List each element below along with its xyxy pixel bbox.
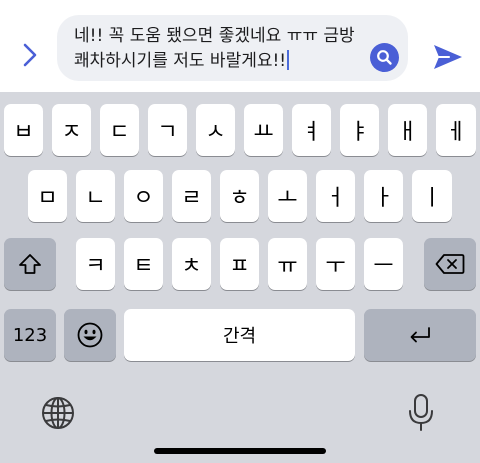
- key-row3-7[interactable]: ㅡ: [364, 238, 403, 290]
- search-button[interactable]: [370, 43, 399, 72]
- key-row2-6[interactable]: ㅗ: [268, 170, 307, 222]
- key-row3-1[interactable]: ㅋ: [76, 238, 115, 290]
- key-row2-9[interactable]: ㅣ: [412, 170, 452, 222]
- globe-button[interactable]: [38, 394, 78, 432]
- message-input[interactable]: 네!! 꼭 도움 됐으면 좋겠네요 ㅠㅠ 금방 쾌차하시기를 저도 바랄게요!!: [57, 15, 408, 81]
- dictation-button[interactable]: [405, 392, 437, 434]
- key-row3-5[interactable]: ㅠ: [268, 238, 307, 290]
- chevron-right-icon: [23, 43, 37, 67]
- key-row1-6[interactable]: ㅛ: [244, 104, 283, 156]
- text-cursor: [287, 50, 290, 70]
- key-row2-2[interactable]: ㄴ: [76, 170, 115, 222]
- key-row2-4[interactable]: ㄹ: [172, 170, 211, 222]
- shift-key[interactable]: [4, 238, 56, 290]
- emoji-key[interactable]: [64, 309, 116, 361]
- key-row1-1[interactable]: ㅂ: [4, 104, 43, 156]
- key-row3-6[interactable]: ㅜ: [316, 238, 355, 290]
- key-row2-5[interactable]: ㅎ: [220, 170, 259, 222]
- key-row3-4[interactable]: ㅍ: [220, 238, 259, 290]
- search-icon: [377, 50, 392, 65]
- send-icon: [434, 45, 462, 69]
- key-row2-3[interactable]: ㅇ: [124, 170, 163, 222]
- return-key[interactable]: [364, 309, 476, 361]
- key-row1-8[interactable]: ㅑ: [340, 104, 379, 156]
- key-row1-5[interactable]: ㅅ: [196, 104, 235, 156]
- key-row2-8[interactable]: ㅏ: [364, 170, 403, 222]
- compose-bar: 네!! 꼭 도움 됐으면 좋겠네요 ㅠㅠ 금방 쾌차하시기를 저도 바랄게요!!: [0, 0, 480, 92]
- key-row1-10[interactable]: ㅔ: [436, 104, 476, 156]
- numbers-key[interactable]: 123: [4, 309, 56, 361]
- key-row3-3[interactable]: ㅊ: [172, 238, 211, 290]
- key-row3-2[interactable]: ㅌ: [124, 238, 163, 290]
- space-key[interactable]: 간격: [124, 309, 355, 361]
- key-row1-4[interactable]: ㄱ: [148, 104, 187, 156]
- shift-icon: [19, 254, 41, 274]
- key-row2-7[interactable]: ㅓ: [316, 170, 355, 222]
- message-text: 네!! 꼭 도움 됐으면 좋겠네요 ㅠㅠ 금방 쾌차하시기를 저도 바랄게요!!: [74, 26, 361, 71]
- home-indicator: [154, 448, 326, 454]
- delete-key[interactable]: [424, 238, 476, 290]
- globe-icon: [42, 397, 74, 429]
- send-button[interactable]: [431, 42, 465, 72]
- microphone-icon: [409, 394, 433, 431]
- emoji-icon: [77, 322, 103, 348]
- delete-icon: [435, 254, 465, 274]
- key-row1-3[interactable]: ㄷ: [100, 104, 139, 156]
- return-icon: [410, 327, 430, 343]
- key-row1-9[interactable]: ㅐ: [388, 104, 427, 156]
- key-row1-2[interactable]: ㅈ: [52, 104, 91, 156]
- key-row1-7[interactable]: ㅕ: [292, 104, 331, 156]
- expand-button[interactable]: [18, 40, 42, 70]
- key-row2-1[interactable]: ㅁ: [28, 170, 67, 222]
